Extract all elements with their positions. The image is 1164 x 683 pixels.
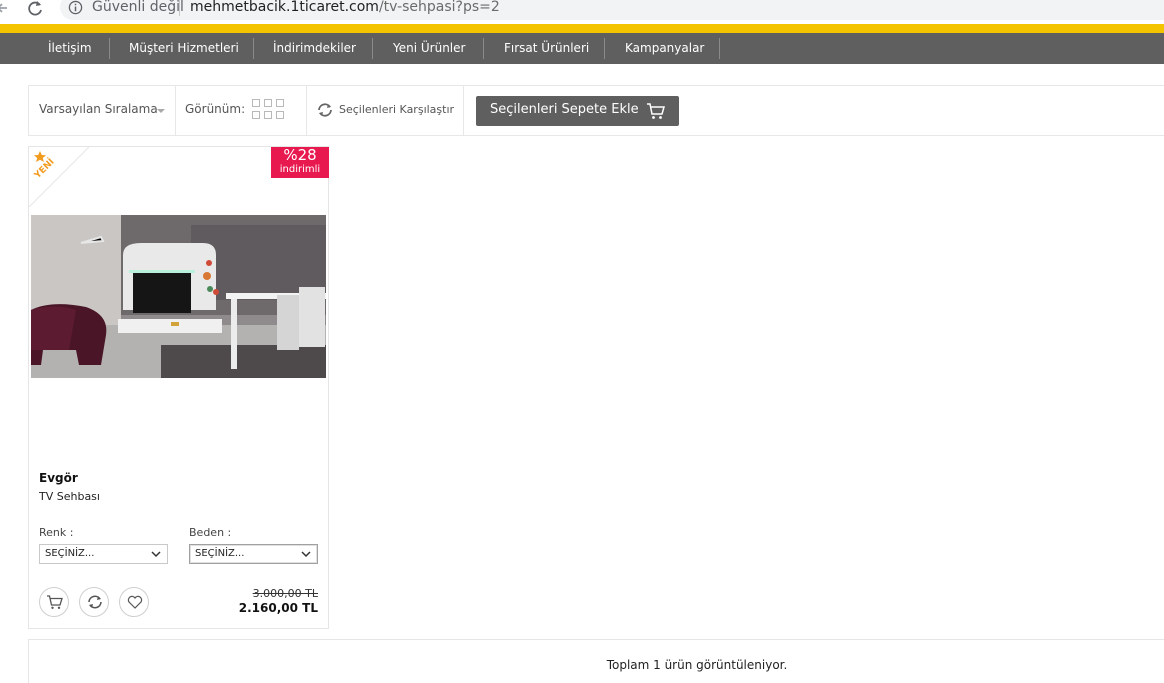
color-label: Renk : — [39, 526, 74, 539]
heart-icon — [127, 595, 143, 609]
menu-item-musteri-hizmetleri[interactable]: Müşteri Hizmetleri — [129, 33, 239, 64]
accent-strip — [0, 24, 1164, 33]
sort-select[interactable]: Varsayılan Sıralama — [39, 102, 158, 116]
cart-icon — [647, 103, 665, 119]
compare-icon — [88, 595, 102, 609]
grid-view-icon[interactable] — [252, 99, 286, 121]
cart-icon — [47, 595, 63, 609]
url-host: mehmetbacik.1ticaret.com — [190, 0, 379, 15]
discount-badge: %28 indirimli — [271, 147, 329, 178]
compare-button[interactable] — [79, 587, 109, 617]
color-select-value: SEÇİNİZ... — [45, 548, 95, 559]
menu-item-kampanyalar[interactable]: Kampanyalar — [625, 33, 704, 64]
menu-item-yeni-urunler[interactable]: Yeni Ürünler — [393, 33, 465, 64]
color-select[interactable]: SEÇİNİZ... — [39, 544, 168, 564]
product-name[interactable]: TV Sehbası — [39, 490, 100, 503]
add-selected-to-cart-label: Seçilenleri Sepete Ekle — [490, 102, 639, 117]
reload-icon[interactable] — [27, 0, 45, 16]
toolbar-divider — [175, 86, 176, 135]
old-price: 3.000,00 TL — [252, 587, 318, 600]
size-select[interactable]: SEÇİNİZ... — [189, 544, 318, 564]
url-path: /tv-sehpasi?ps=2 — [378, 0, 500, 15]
size-select-value: SEÇİNİZ... — [195, 548, 245, 559]
chevron-down-icon — [301, 551, 311, 558]
url-text[interactable]: mehmetbacik.1ticaret.com/tv-sehpasi?ps=2 — [190, 0, 500, 15]
toolbar-divider — [306, 86, 307, 135]
favorite-button[interactable] — [119, 587, 149, 617]
summary-text: Toplam 1 ürün görüntüleniyor. — [606, 658, 788, 672]
product-image[interactable] — [31, 215, 326, 378]
browser-address-bar: Güvenli değil mehmetbacik.1ticaret.com/t… — [0, 0, 1164, 24]
menu-item-iletisim[interactable]: İletişim — [48, 33, 92, 64]
size-label: Beden : — [189, 526, 232, 539]
main-menu: İletişim Müşteri Hizmetleri İndirimdekil… — [0, 33, 1164, 64]
security-status: Güvenli değil — [92, 0, 184, 15]
chevron-down-icon — [151, 551, 161, 558]
listing-toolbar: Varsayılan Sıralama Görünüm: Seçilenleri… — [28, 85, 1164, 136]
url-separator — [179, 0, 180, 16]
add-to-cart-button[interactable] — [39, 587, 69, 617]
compare-selected-link[interactable]: Seçilenleri Karşılaştır — [339, 103, 454, 116]
menu-item-indirimdekiler[interactable]: İndirimdekiler — [273, 33, 356, 64]
back-arrow-icon[interactable] — [0, 0, 11, 16]
menu-divider — [253, 38, 254, 59]
menu-divider — [483, 38, 484, 59]
view-label: Görünüm: — [185, 102, 246, 116]
product-card[interactable]: YENİ %28 indirimli Evgör TV Sehbası Renk… — [28, 146, 329, 629]
discount-value: %28 — [283, 146, 317, 164]
menu-divider — [109, 38, 110, 59]
info-icon[interactable] — [68, 0, 83, 15]
menu-item-firsat-urunleri[interactable]: Fırsat Ürünleri — [504, 33, 589, 64]
product-brand[interactable]: Evgör — [39, 471, 78, 485]
listing-summary: Toplam 1 ürün görüntüleniyor. — [28, 639, 1164, 683]
menu-divider — [372, 38, 373, 59]
menu-divider — [604, 38, 605, 59]
menu-divider — [719, 38, 720, 59]
caret-down-icon[interactable] — [157, 109, 165, 113]
toolbar-divider — [463, 86, 464, 135]
discount-label: indirimli — [279, 164, 321, 175]
new-price: 2.160,00 TL — [238, 601, 318, 615]
add-selected-to-cart-button[interactable]: Seçilenleri Sepete Ekle — [476, 96, 679, 126]
compare-icon[interactable] — [316, 102, 334, 118]
